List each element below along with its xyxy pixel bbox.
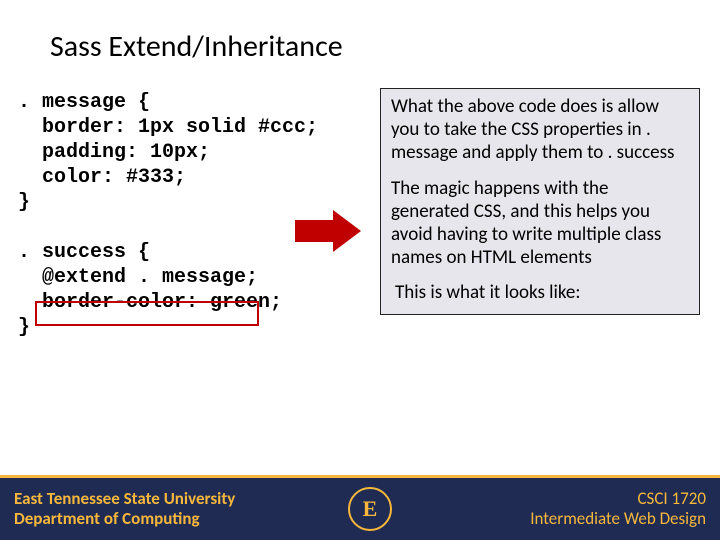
footer-dept-name: Department of Computing	[14, 509, 235, 529]
explain-paragraph: This is what it looks like:	[395, 281, 689, 304]
etsu-logo-icon: E	[348, 487, 392, 531]
code-line: }	[18, 191, 30, 214]
code-line: color: #333;	[18, 166, 186, 189]
course-name: Intermediate Web Design	[530, 509, 706, 529]
highlight-box	[35, 301, 259, 326]
code-line: padding: 10px;	[18, 141, 210, 164]
footer-uni-name: East Tennessee State University	[14, 489, 235, 509]
course-code: CSCI 1720	[530, 489, 706, 509]
slide: Sass Extend/Inheritance . message { bord…	[0, 0, 720, 540]
code-line: border: 1px solid #ccc;	[18, 116, 318, 139]
code-line: . message {	[18, 91, 150, 114]
footer-university: East Tennessee State University Departme…	[14, 489, 235, 528]
explanation-box: What the above code does is allow you to…	[380, 88, 700, 315]
footer-bar: East Tennessee State University Departme…	[0, 478, 720, 540]
arrow-right-icon	[295, 210, 365, 252]
code-line: . success {	[18, 241, 150, 264]
code-line: }	[18, 316, 30, 339]
explain-paragraph: The magic happens with the generated CSS…	[391, 177, 689, 270]
code-line: @extend . message;	[18, 266, 258, 289]
explain-paragraph: What the above code does is allow you to…	[391, 95, 689, 165]
footer-course: CSCI 1720 Intermediate Web Design	[530, 489, 706, 528]
slide-title: Sass Extend/Inheritance	[50, 28, 343, 65]
